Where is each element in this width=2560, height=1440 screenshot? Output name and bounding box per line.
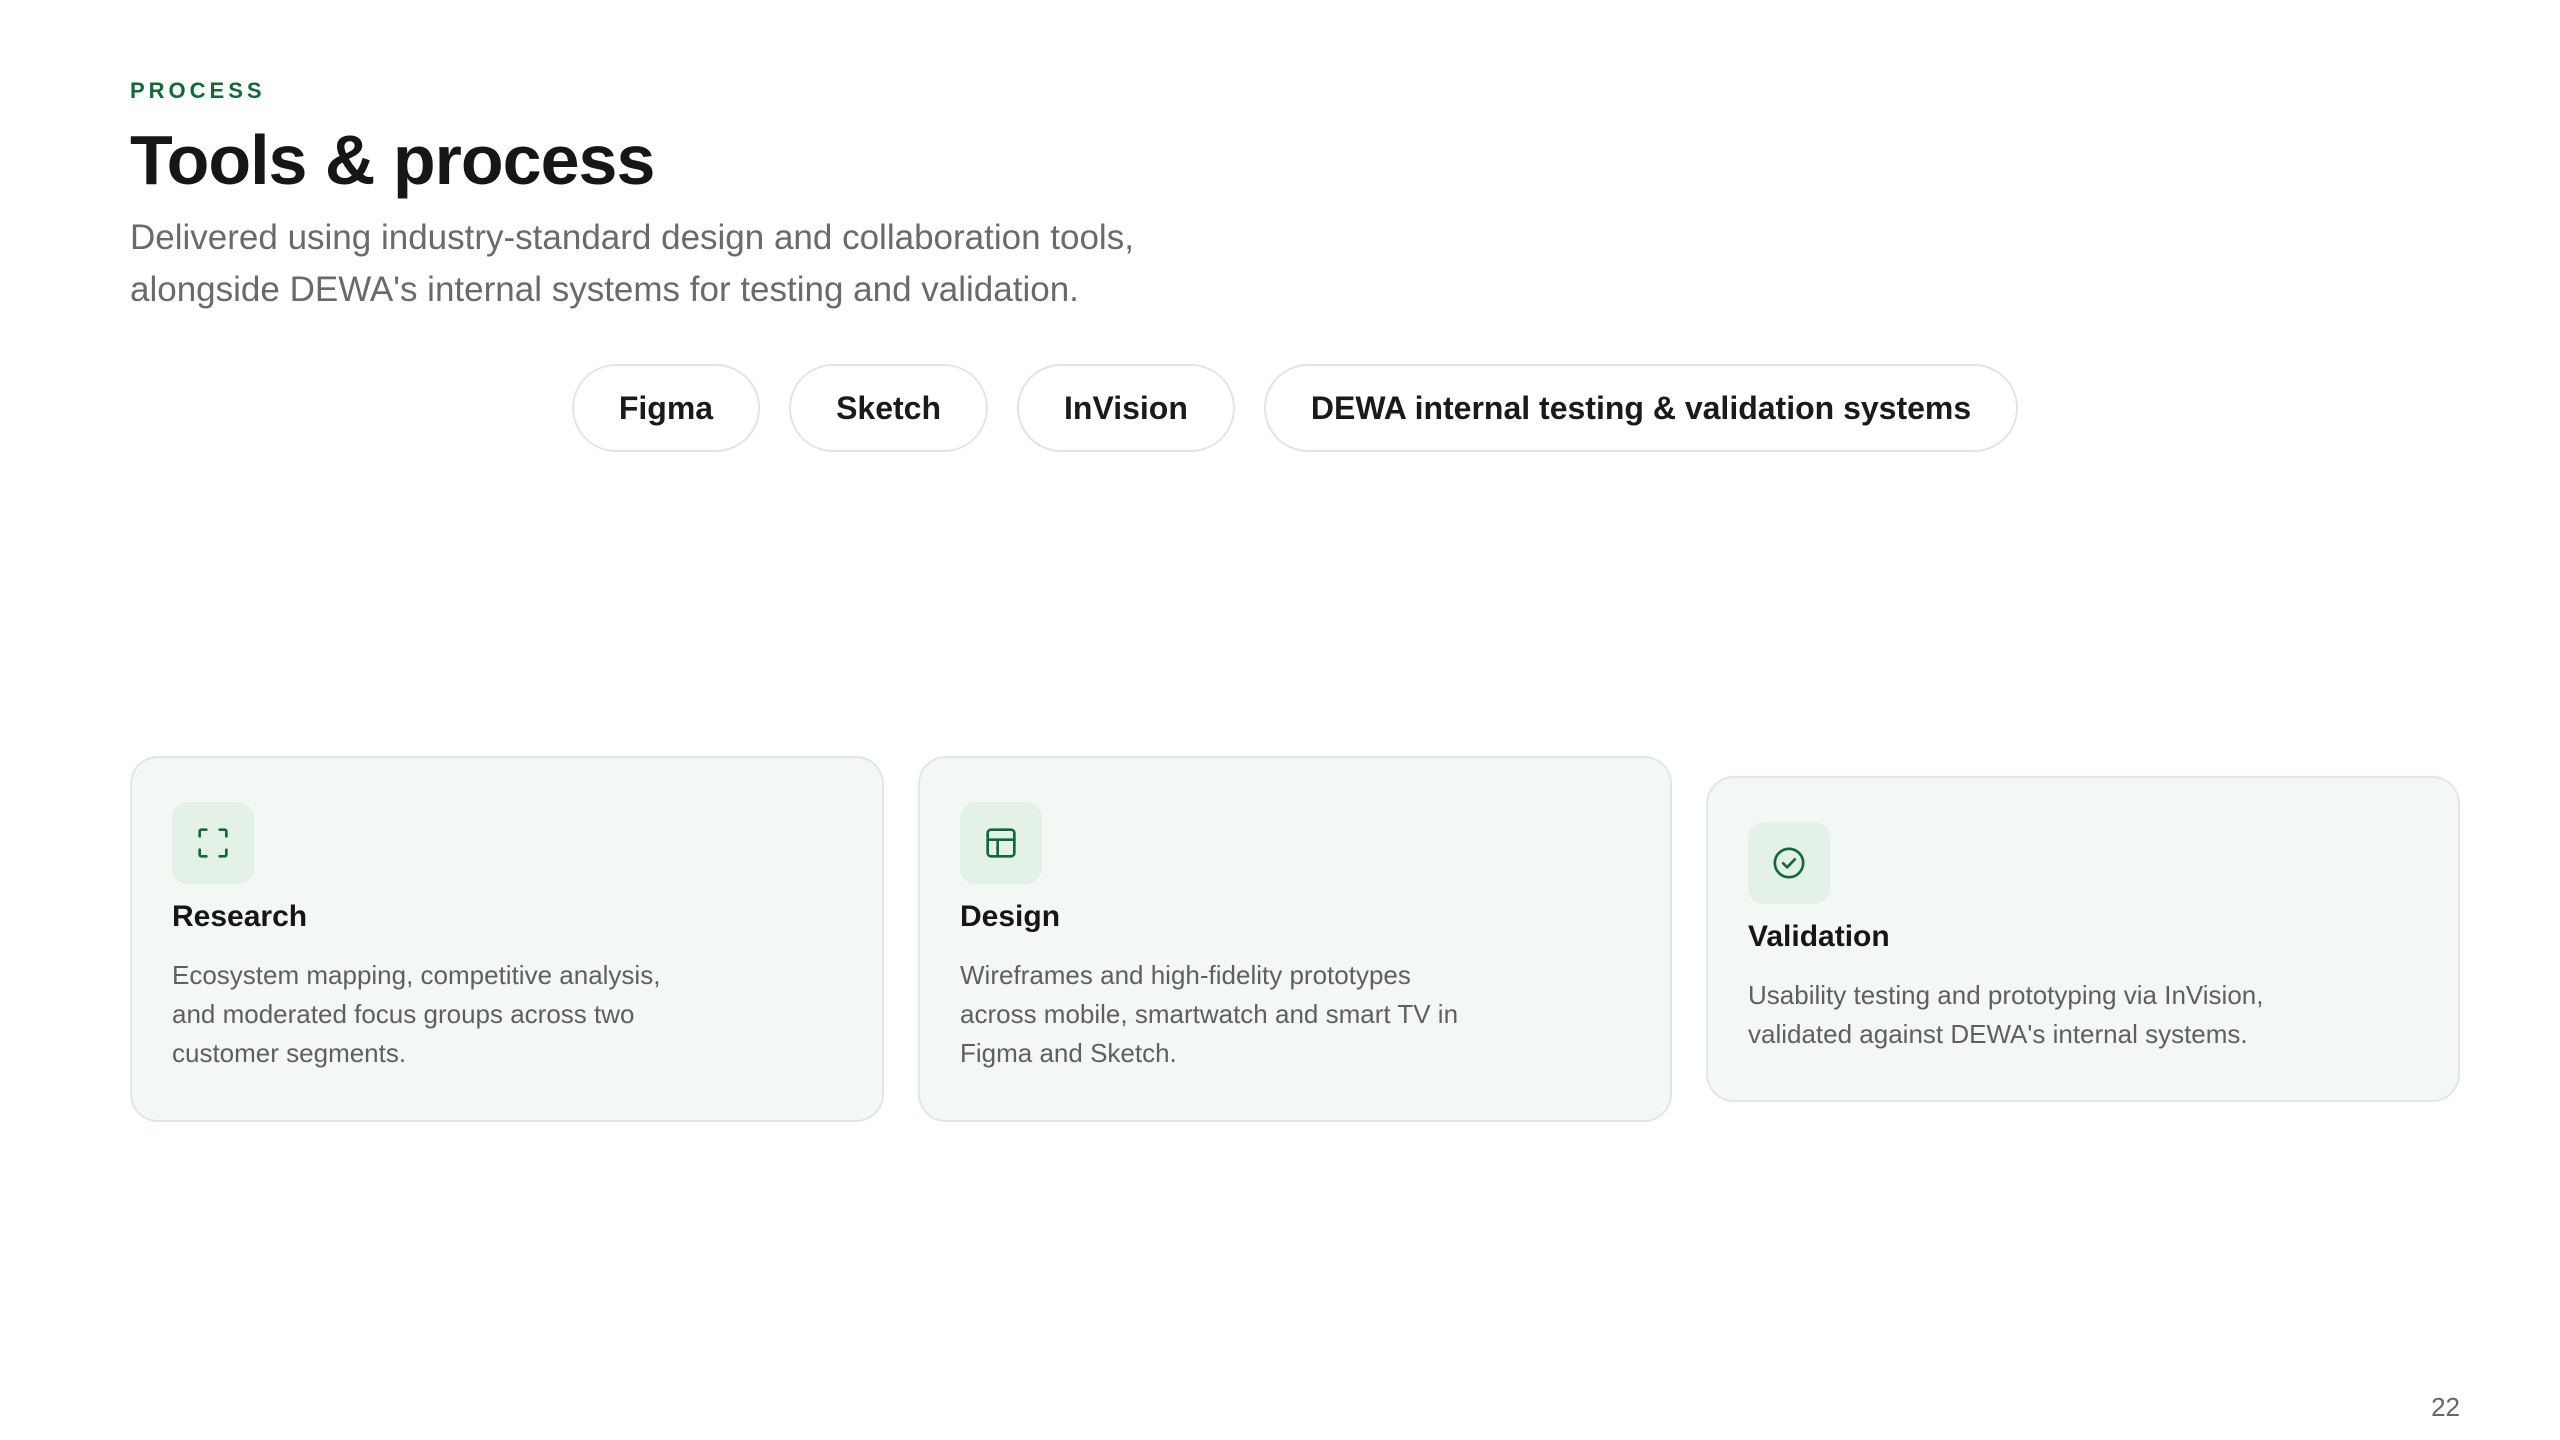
page-title: Tools & process bbox=[130, 121, 655, 199]
tool-chip-list: Figma Sketch InVision DEWA internal test… bbox=[0, 364, 2560, 452]
check-circle-icon bbox=[1748, 822, 1830, 904]
card-design: Design Wireframes and high-fidelity prot… bbox=[918, 756, 1672, 1122]
slide: PROCESS Tools & process Delivered using … bbox=[0, 0, 2560, 1440]
page-subtitle: Delivered using industry-standard design… bbox=[130, 218, 1134, 309]
focus-frame-icon bbox=[172, 802, 254, 884]
card-description: Ecosystem mapping, competitive analysis,… bbox=[172, 960, 661, 1068]
page-number: 22 bbox=[2431, 1392, 2460, 1422]
card-research: Research Ecosystem mapping, competitive … bbox=[130, 756, 884, 1122]
tool-chip-dewa-systems: DEWA internal testing & validation syste… bbox=[1263, 364, 2019, 452]
card-description: Usability testing and prototyping via In… bbox=[1748, 980, 2264, 1049]
tool-chip-figma: Figma bbox=[571, 364, 761, 452]
tool-chip-invision: InVision bbox=[1017, 364, 1235, 452]
card-title: Design bbox=[960, 900, 1061, 933]
card-description: Wireframes and high-fidelity prototypes … bbox=[960, 960, 1459, 1068]
card-validation: Validation Usability testing and prototy… bbox=[1706, 776, 2460, 1102]
section-eyebrow: PROCESS bbox=[130, 78, 266, 103]
card-title: Research bbox=[172, 900, 308, 933]
layout-icon bbox=[960, 802, 1042, 884]
tool-chip-sketch: Sketch bbox=[789, 364, 988, 452]
card-title: Validation bbox=[1748, 920, 1890, 953]
